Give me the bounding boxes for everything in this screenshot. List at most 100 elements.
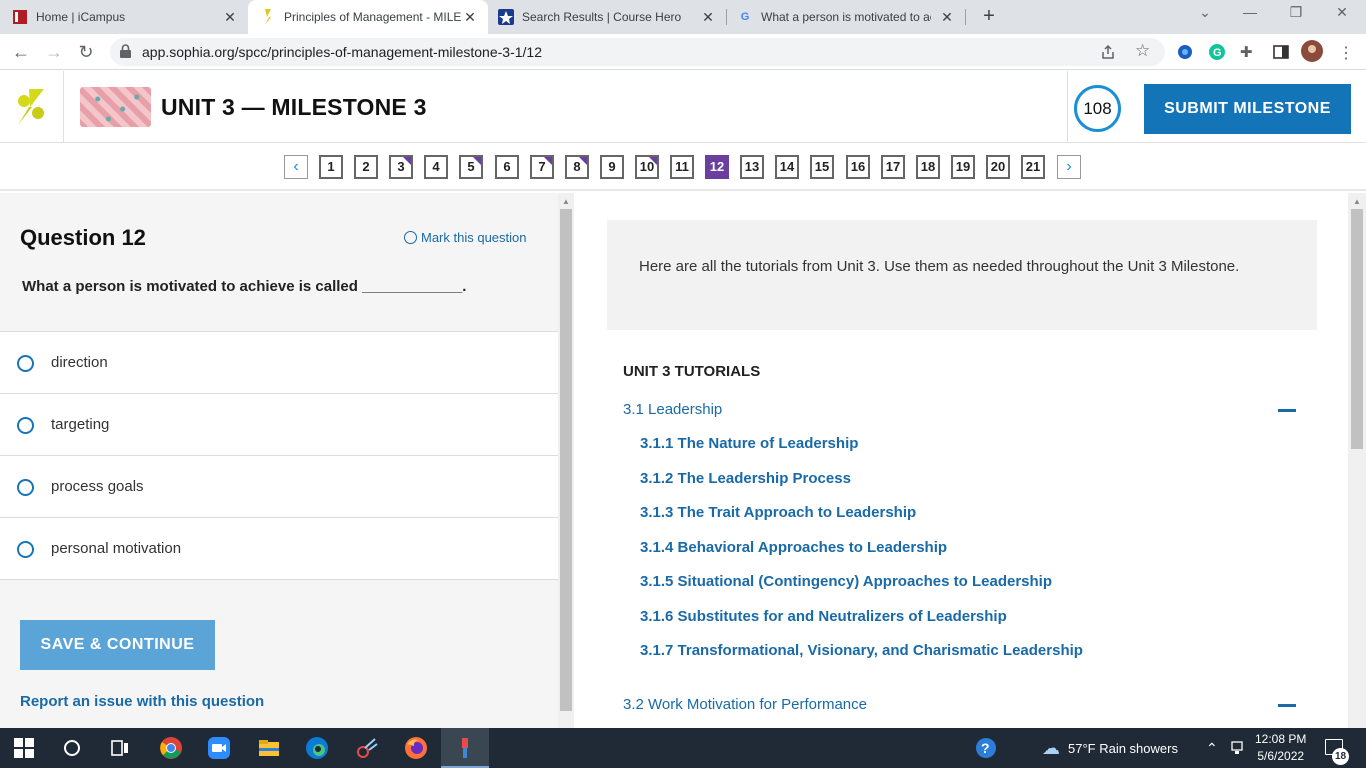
radio-button[interactable]	[17, 355, 34, 372]
svg-text:?: ?	[981, 740, 990, 756]
question-number-button-12[interactable]: 12	[705, 155, 729, 179]
question-number-button-15[interactable]: 15	[810, 155, 834, 179]
sophia-logo-icon[interactable]	[16, 89, 46, 125]
help-icon[interactable]: ?	[975, 737, 997, 759]
scroll-up-arrow-icon[interactable]: ▲	[1353, 197, 1361, 206]
page-scrollbar[interactable]: ▲	[1348, 193, 1366, 728]
file-explorer-icon[interactable]	[257, 736, 281, 760]
answer-option[interactable]: direction	[0, 332, 558, 394]
tutorial-link[interactable]: 3.1.6 Substitutes for and Neutralizers o…	[640, 608, 1007, 625]
grammarly-icon[interactable]: G	[1208, 43, 1226, 61]
firefox-icon[interactable]	[404, 736, 428, 760]
section-work-motivation-link[interactable]: 3.2 Work Motivation for Performance	[623, 696, 867, 713]
radio-button[interactable]	[17, 479, 34, 496]
question-number-button-16[interactable]: 16	[846, 155, 870, 179]
weather-widget[interactable]: ☁ 57°F Rain showers	[1042, 728, 1178, 768]
collapse-minus-icon[interactable]	[1278, 704, 1296, 707]
edge-icon[interactable]	[305, 736, 329, 760]
submit-milestone-button[interactable]: SUBMIT MILESTONE	[1144, 84, 1351, 134]
scrollbar-thumb[interactable]	[1351, 209, 1363, 449]
address-bar[interactable]: app.sophia.org/spcc/principles-of-manage…	[110, 38, 1165, 66]
tab-principles-of-management[interactable]: Principles of Management - MILE ✕	[248, 0, 488, 34]
scroll-up-arrow-icon[interactable]: ▲	[562, 197, 570, 206]
close-icon[interactable]: ✕	[939, 9, 955, 26]
profile-avatar[interactable]	[1301, 40, 1323, 62]
tutorial-link[interactable]: 3.1.5 Situational (Contingency) Approach…	[640, 573, 1052, 590]
answer-option[interactable]: personal motivation	[0, 518, 558, 580]
section-leadership-link[interactable]: 3.1 Leadership	[623, 401, 722, 418]
question-number-button-21[interactable]: 21	[1021, 155, 1045, 179]
tutorial-link[interactable]: 3.1.3 The Trait Approach to Leadership	[640, 504, 916, 521]
tutorial-link[interactable]: 3.1.7 Transformational, Visionary, and C…	[640, 642, 1083, 659]
tutorial-link[interactable]: 3.1.4 Behavioral Approaches to Leadershi…	[640, 539, 947, 556]
question-number-button-5[interactable]: 5	[459, 155, 483, 179]
answer-option[interactable]: targeting	[0, 394, 558, 456]
question-number-button-7[interactable]: 7	[530, 155, 554, 179]
tab-title: Home | iCampus	[36, 10, 126, 24]
tab-course-hero[interactable]: Search Results | Course Hero ✕	[498, 0, 720, 34]
zoom-icon[interactable]	[207, 736, 231, 760]
close-icon[interactable]: ✕	[462, 9, 478, 26]
answer-option[interactable]: process goals	[0, 456, 558, 518]
question-number-button-11[interactable]: 11	[670, 155, 694, 179]
question-number-button-3[interactable]: 3	[389, 155, 413, 179]
close-icon[interactable]: ✕	[700, 9, 716, 26]
radio-button[interactable]	[17, 417, 34, 434]
scrollbar-thumb[interactable]	[560, 209, 572, 711]
restore-button[interactable]: ❐	[1284, 4, 1308, 21]
paint-icon[interactable]	[453, 736, 477, 760]
chevron-up-icon[interactable]: ⌃	[1206, 728, 1218, 768]
forward-arrow-icon[interactable]: →	[42, 40, 66, 64]
question-number-button-8[interactable]: 8	[565, 155, 589, 179]
share-icon[interactable]	[1100, 44, 1116, 60]
previous-question-arrow-icon[interactable]: ‹	[284, 155, 308, 179]
collapse-minus-icon[interactable]	[1278, 409, 1296, 412]
report-issue-link[interactable]: Report an issue with this question	[20, 693, 264, 710]
question-number-button-18[interactable]: 18	[916, 155, 940, 179]
question-number-button-14[interactable]: 14	[775, 155, 799, 179]
next-question-arrow-icon[interactable]: ›	[1057, 155, 1081, 179]
close-window-button[interactable]: ✕	[1330, 4, 1354, 21]
question-number-button-2[interactable]: 2	[354, 155, 378, 179]
close-icon[interactable]: ✕	[222, 9, 238, 26]
question-number-button-17[interactable]: 17	[881, 155, 905, 179]
extensions-puzzle-icon[interactable]: ✚	[1240, 43, 1258, 61]
question-number-button-10[interactable]: 10	[635, 155, 659, 179]
radio-button[interactable]	[17, 541, 34, 558]
rain-cloud-icon: ☁	[1042, 737, 1060, 758]
question-number-button-9[interactable]: 9	[600, 155, 624, 179]
network-icon[interactable]	[1230, 740, 1244, 756]
new-tab-button[interactable]: +	[977, 4, 1001, 28]
chrome-icon[interactable]	[159, 736, 183, 760]
minimize-button[interactable]: —	[1238, 4, 1262, 20]
question-navigation: ‹ 1 2 3 4 5 6 7 8 9 10 11 12 13 14 15 16 17 18 19 20 21 ›	[0, 143, 1366, 191]
milestone-header: UNIT 3 — MILESTONE 3 108 SUBMIT MILESTON…	[0, 71, 1366, 143]
question-number-button-20[interactable]: 20	[986, 155, 1010, 179]
search-icon[interactable]	[60, 736, 84, 760]
svg-text:G: G	[1213, 47, 1222, 59]
windows-start-icon[interactable]	[14, 738, 38, 762]
question-number-button-1[interactable]: 1	[319, 155, 343, 179]
mark-question-button[interactable]: Mark this question	[404, 230, 527, 245]
tutorial-link[interactable]: 3.1.2 The Leadership Process	[640, 470, 851, 487]
question-number-button-13[interactable]: 13	[740, 155, 764, 179]
tutorial-link[interactable]: 3.1.1 The Nature of Leadership	[640, 435, 858, 452]
question-number-button-19[interactable]: 19	[951, 155, 975, 179]
side-panel-icon[interactable]	[1272, 43, 1290, 61]
system-clock[interactable]: 12:08 PM 5/6/2022	[1255, 731, 1306, 765]
menu-kebab-icon[interactable]: ⋮	[1338, 43, 1356, 62]
tab-home-icampus[interactable]: Home | iCampus ✕	[12, 0, 244, 34]
reload-icon[interactable]: ↻	[74, 40, 98, 64]
snipping-tool-icon[interactable]	[355, 736, 379, 760]
task-view-icon[interactable]	[108, 736, 132, 760]
question-number-button-6[interactable]: 6	[495, 155, 519, 179]
back-arrow-icon[interactable]: ←	[9, 40, 33, 64]
bookmark-star-icon[interactable]: ☆	[1135, 41, 1150, 61]
extension-blue-icon[interactable]	[1176, 43, 1194, 61]
left-scrollbar[interactable]: ▲	[558, 193, 574, 728]
tab-google-search[interactable]: G What a person is motivated to ac ✕	[737, 0, 959, 34]
save-continue-button[interactable]: SAVE & CONTINUE	[20, 620, 215, 670]
question-number-button-4[interactable]: 4	[424, 155, 448, 179]
answer-label: process goals	[51, 478, 144, 495]
tab-search-icon[interactable]: ⌄	[1193, 4, 1217, 21]
